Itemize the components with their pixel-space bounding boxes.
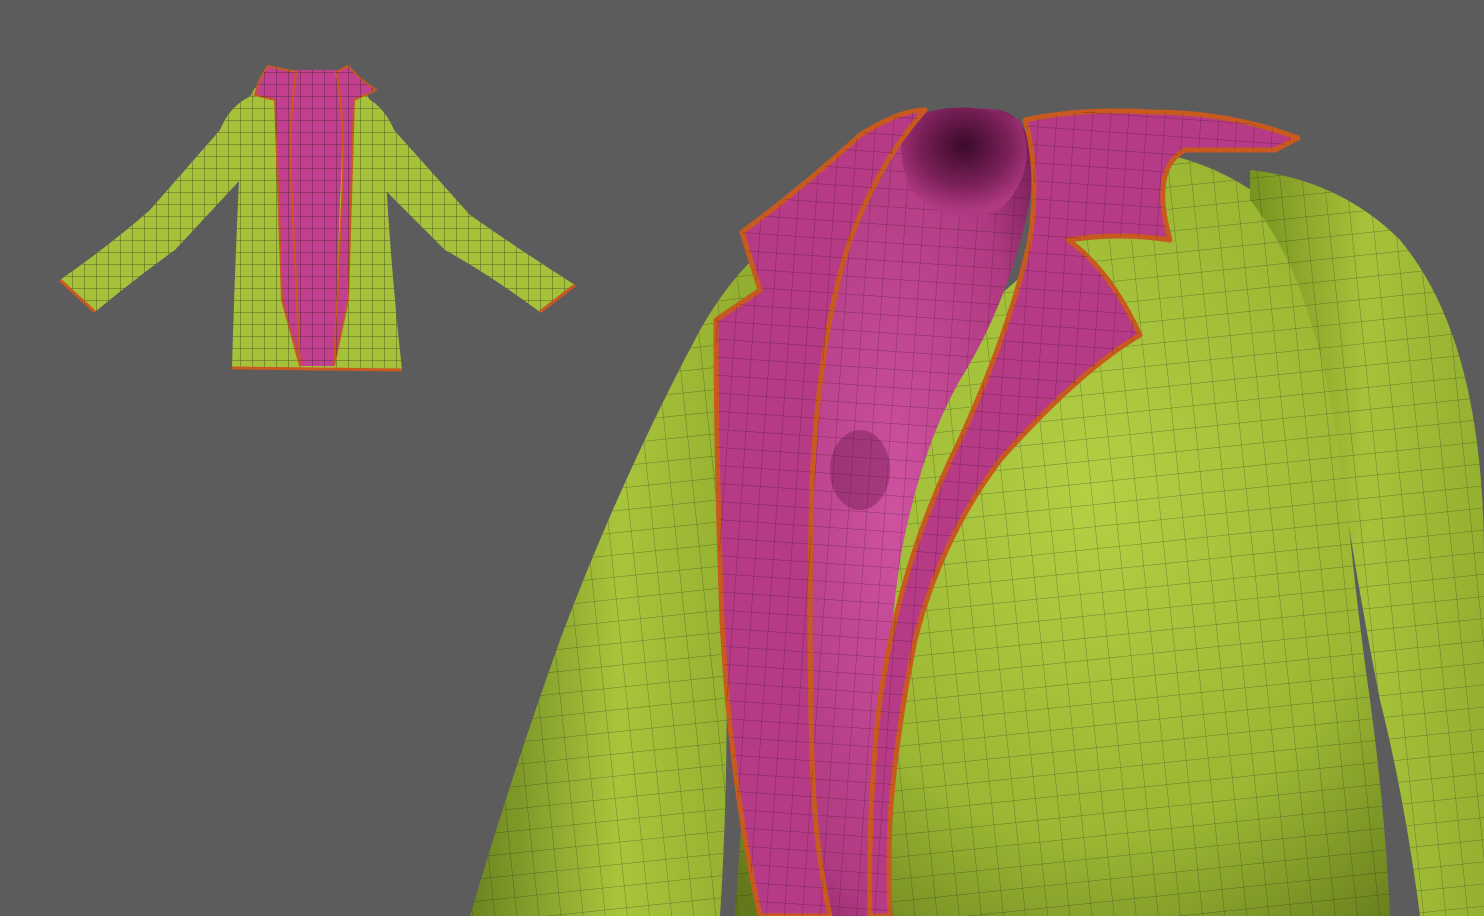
collar-closeup[interactable] <box>470 107 1484 916</box>
full-jacket-thumbnail[interactable] <box>58 64 576 372</box>
3d-viewport[interactable] <box>0 0 1484 916</box>
viewport-canvas <box>58 64 1484 916</box>
